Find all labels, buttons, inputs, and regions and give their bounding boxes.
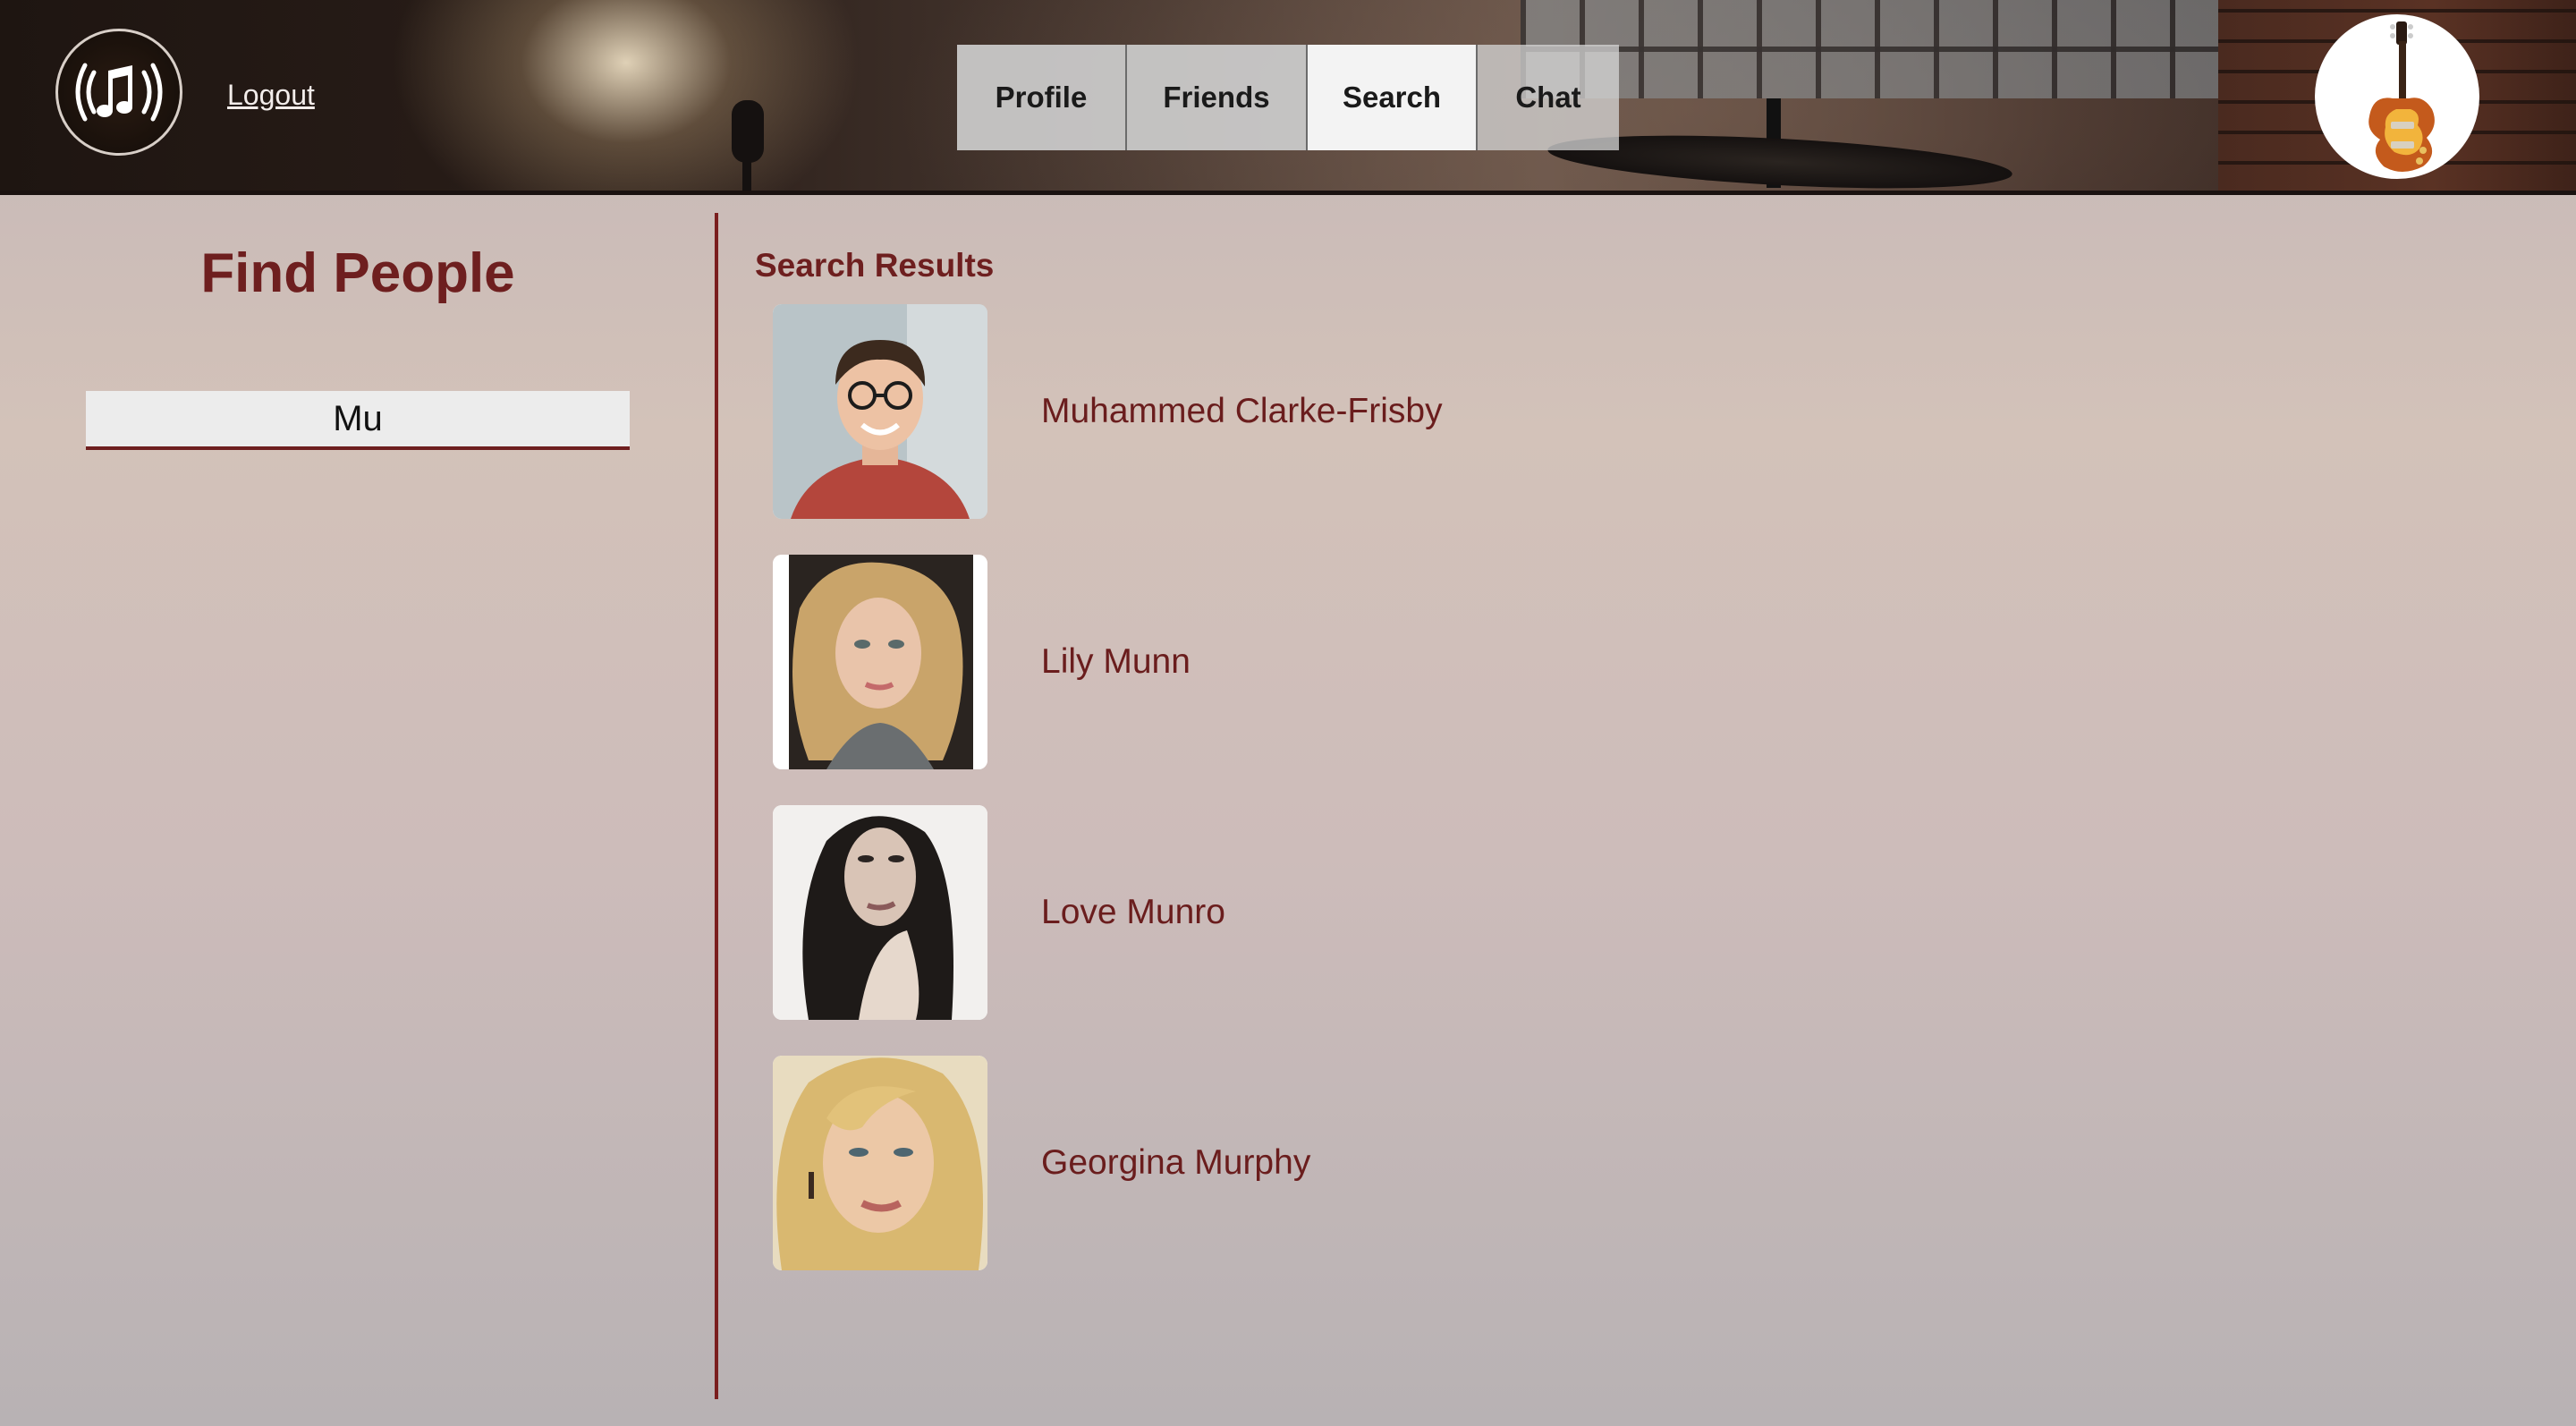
find-people-title: Find People (200, 242, 515, 304)
main-nav: Profile Friends Search Chat (957, 45, 1619, 150)
search-results-title: Search Results (755, 247, 995, 284)
result-item[interactable]: Muhammed Clarke-Frisby (773, 304, 2383, 519)
background-microphone-stand (742, 157, 751, 191)
music-logo-icon[interactable] (55, 29, 182, 156)
avatar[interactable] (773, 555, 987, 769)
tab-profile[interactable]: Profile (957, 45, 1127, 150)
avatar[interactable] (773, 1056, 987, 1270)
logout-link[interactable]: Logout (227, 79, 315, 112)
result-item[interactable]: Georgina Murphy (773, 1056, 2383, 1270)
avatar[interactable] (773, 805, 987, 1020)
result-item[interactable]: Love Munro (773, 805, 2383, 1020)
tab-friends[interactable]: Friends (1127, 45, 1308, 150)
app-header: Logout Profile Friends Search Chat (0, 0, 2576, 195)
background-window (1521, 0, 2218, 98)
people-search-input[interactable] (86, 391, 630, 450)
tab-search[interactable]: Search (1308, 45, 1478, 150)
background-microphone (732, 100, 764, 163)
result-item[interactable]: Lily Munn (773, 555, 2383, 769)
avatar[interactable] (773, 304, 987, 519)
panel-divider (715, 213, 718, 1399)
result-name[interactable]: Georgina Murphy (1041, 1143, 1310, 1183)
result-name[interactable]: Lily Munn (1041, 642, 1191, 682)
result-name[interactable]: Muhammed Clarke-Frisby (1041, 392, 1443, 431)
result-name[interactable]: Love Munro (1041, 893, 1225, 932)
guitar-icon[interactable] (2315, 14, 2479, 179)
tab-chat[interactable]: Chat (1478, 45, 1619, 150)
